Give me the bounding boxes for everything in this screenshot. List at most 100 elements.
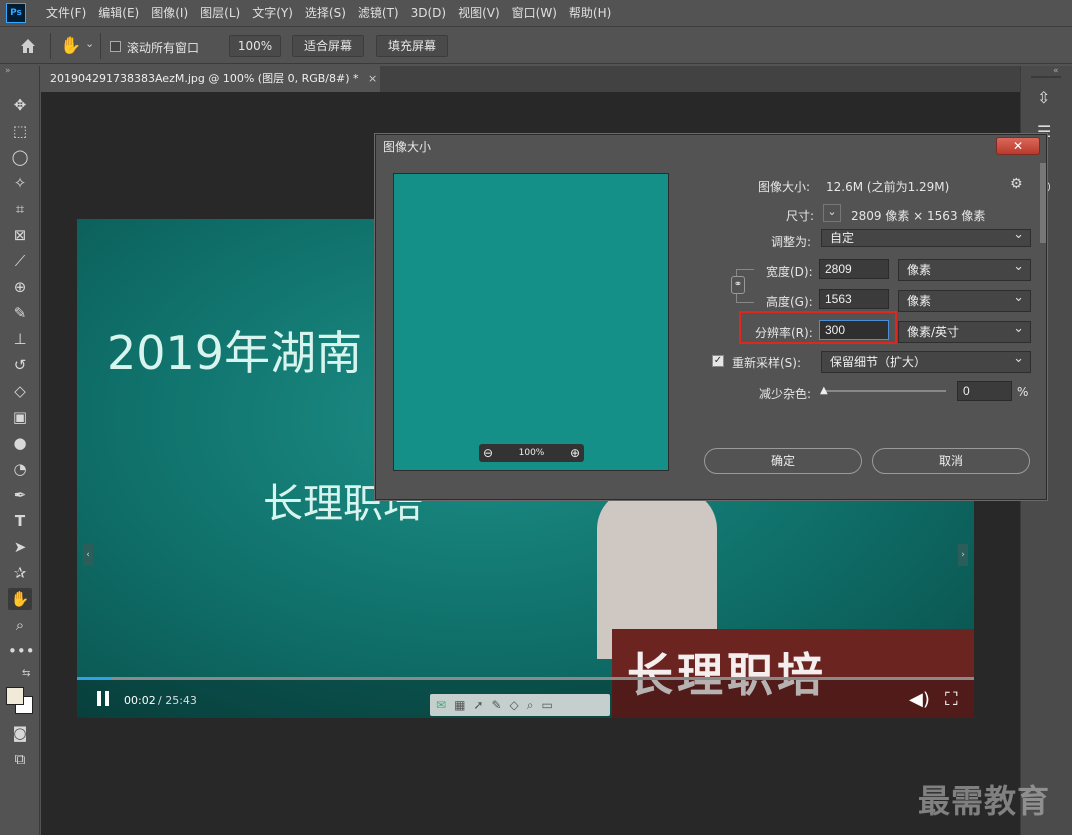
collapse-arrows-icon[interactable]: « (1053, 66, 1059, 76)
width-label: 宽度(D): (766, 265, 813, 279)
tab-close-icon[interactable]: × (368, 72, 377, 85)
brush-tool-icon[interactable]: ✎ (8, 302, 32, 324)
collapse-arrows-icon[interactable]: » (5, 66, 11, 76)
zoom-out-icon[interactable]: ⊖ (483, 444, 493, 462)
shape-tool-icon[interactable]: ✰ (8, 562, 32, 584)
dialog-title: 图像大小 (376, 135, 1046, 159)
zoom-level-field[interactable]: 100% (229, 35, 281, 57)
resample-value: 保留细节（扩大） (830, 355, 927, 369)
width-unit-select[interactable]: 像素 (898, 257, 1031, 281)
image-preview[interactable]: ⊖ 100% ⊕ (393, 173, 669, 471)
pen-icon[interactable]: ✎ (491, 698, 501, 712)
dodge-tool-icon[interactable]: ◔ (8, 458, 32, 480)
pause-icon[interactable] (95, 690, 111, 708)
resample-checkbox[interactable]: ✓ (712, 355, 724, 367)
video-side-arrow-right-icon[interactable]: › (958, 544, 968, 566)
menu-help[interactable]: 帮助(H) (563, 0, 617, 26)
home-icon[interactable] (18, 36, 38, 56)
menu-3d[interactable]: 3D(D) (405, 0, 452, 26)
resolution-unit-select[interactable]: 像素/英寸 (898, 319, 1031, 343)
width-unit: 像素 (907, 263, 932, 277)
quick-mask-icon[interactable]: ◙ (8, 722, 32, 744)
eyedropper-icon[interactable]: ⟋ (8, 250, 32, 272)
gradient-tool-icon[interactable]: ▣ (8, 406, 32, 428)
swap-colors-icon[interactable]: ⇆ (22, 668, 30, 679)
eraser-tool-icon[interactable]: ◇ (8, 380, 32, 402)
watermark: 最需教育 (918, 782, 1051, 820)
menu-layer[interactable]: 图层(L) (194, 0, 246, 26)
menu-edit[interactable]: 编辑(E) (92, 0, 145, 26)
menu-file[interactable]: 文件(F) (40, 0, 92, 26)
blur-tool-icon[interactable]: ● (8, 432, 32, 454)
path-select-icon[interactable]: ➤ (8, 536, 32, 558)
history-panel-icon[interactable]: ⇳ (1037, 88, 1050, 107)
noise-slider-thumb-icon[interactable]: ▲ (820, 385, 828, 396)
ok-button[interactable]: 确定 (704, 448, 862, 474)
foreground-color-swatch[interactable] (6, 687, 24, 705)
menu-select[interactable]: 选择(S) (299, 0, 352, 26)
resample-label: 重新采样(S): (732, 356, 802, 370)
noise-slider-track[interactable] (824, 390, 946, 392)
magic-wand-icon[interactable]: ✧ (8, 172, 32, 194)
pointer-icon[interactable]: ➚ (473, 698, 483, 712)
dialog-close-button[interactable]: ✕ (996, 137, 1040, 155)
link-chain-icon[interactable]: ⚭ (731, 276, 745, 294)
document-tab[interactable]: 201904291738383AezM.jpg @ 100% (图层 0, RG… (40, 66, 380, 92)
frame-tool-icon[interactable]: ⊠ (8, 224, 32, 246)
height-unit: 像素 (907, 294, 932, 308)
volume-icon[interactable]: ◀) (909, 689, 930, 710)
height-field[interactable] (819, 289, 889, 309)
healing-brush-icon[interactable]: ⊕ (8, 276, 32, 298)
dimensions-value: 2809 像素 × 1563 像素 (851, 209, 986, 223)
resolution-highlight-box (739, 311, 897, 344)
marquee-tool-icon[interactable]: ⬚ (8, 120, 32, 142)
cancel-button[interactable]: 取消 (872, 448, 1030, 474)
noise-field[interactable] (957, 381, 1012, 401)
fill-screen-button[interactable]: 填充屏幕 (376, 35, 448, 57)
lasso-tool-icon[interactable]: ◯ (8, 146, 32, 168)
fit-to-select[interactable]: 自定 (821, 227, 1031, 247)
menu-type[interactable]: 文字(Y) (246, 0, 299, 26)
eraser-icon[interactable]: ◇ (510, 698, 519, 712)
search-icon[interactable]: ⌕ (527, 698, 534, 713)
pen-tool-icon[interactable]: ✒ (8, 484, 32, 506)
gear-icon[interactable]: ⚙ (1010, 176, 1023, 192)
qr-icon[interactable]: ▦ (454, 698, 465, 712)
stamp-tool-icon[interactable]: ⊥ (8, 328, 32, 350)
dimensions-dropdown-chevron-icon[interactable]: ⌄ (823, 204, 841, 222)
menu-image[interactable]: 图像(I) (145, 0, 194, 26)
resample-select[interactable]: 保留细节（扩大） (821, 349, 1031, 373)
menu-window[interactable]: 窗口(W) (506, 0, 563, 26)
image-size-value: 12.6M (之前为1.29M) (826, 180, 950, 194)
chevron-down-icon[interactable]: ⌄ (85, 37, 94, 50)
move-tool-icon[interactable]: ✥ (8, 94, 32, 116)
mail-icon[interactable]: ✉ (436, 698, 446, 712)
video-total-time: / 25:43 (158, 694, 197, 707)
video-side-arrow-left-icon[interactable]: ‹ (83, 544, 93, 566)
history-brush-icon[interactable]: ↺ (8, 354, 32, 376)
fit-to-label: 调整为: (771, 235, 812, 249)
zoom-tool-icon[interactable]: ⌕ (8, 614, 32, 636)
video-controls: 00:02 / 25:43 ✉ ▦ ➚ ✎ ◇ ⌕ ▭ ◀) ⛶ (77, 680, 974, 718)
screen-icon[interactable]: ▭ (542, 698, 553, 712)
divider (100, 33, 101, 59)
height-unit-select[interactable]: 像素 (898, 288, 1031, 312)
divider (50, 33, 51, 59)
menu-filter[interactable]: 滤镜(T) (352, 0, 405, 26)
hand-tool-icon[interactable]: ✋ (8, 588, 32, 610)
zoom-in-icon[interactable]: ⊕ (570, 444, 580, 462)
scroll-all-checkbox[interactable] (110, 41, 121, 52)
dialog-scrollbar[interactable] (1040, 163, 1046, 243)
width-field[interactable] (819, 259, 889, 279)
height-label: 高度(G): (766, 295, 813, 309)
more-tools-icon[interactable]: ••• (8, 640, 35, 662)
type-tool-icon[interactable]: T (8, 510, 32, 532)
document-tab-title: 201904291738383AezM.jpg @ 100% (图层 0, RG… (50, 72, 359, 85)
screen-mode-icon[interactable]: ⧉ (8, 748, 32, 770)
menu-view[interactable]: 视图(V) (452, 0, 506, 26)
menu-list: 文件(F) 编辑(E) 图像(I) 图层(L) 文字(Y) 选择(S) 滤镜(T… (40, 0, 617, 26)
crop-tool-icon[interactable]: ⌗ (8, 198, 32, 220)
hand-tool-icon[interactable]: ✋ (60, 35, 82, 57)
fullscreen-icon[interactable]: ⛶ (945, 689, 958, 710)
fit-screen-button[interactable]: 适合屏幕 (292, 35, 364, 57)
